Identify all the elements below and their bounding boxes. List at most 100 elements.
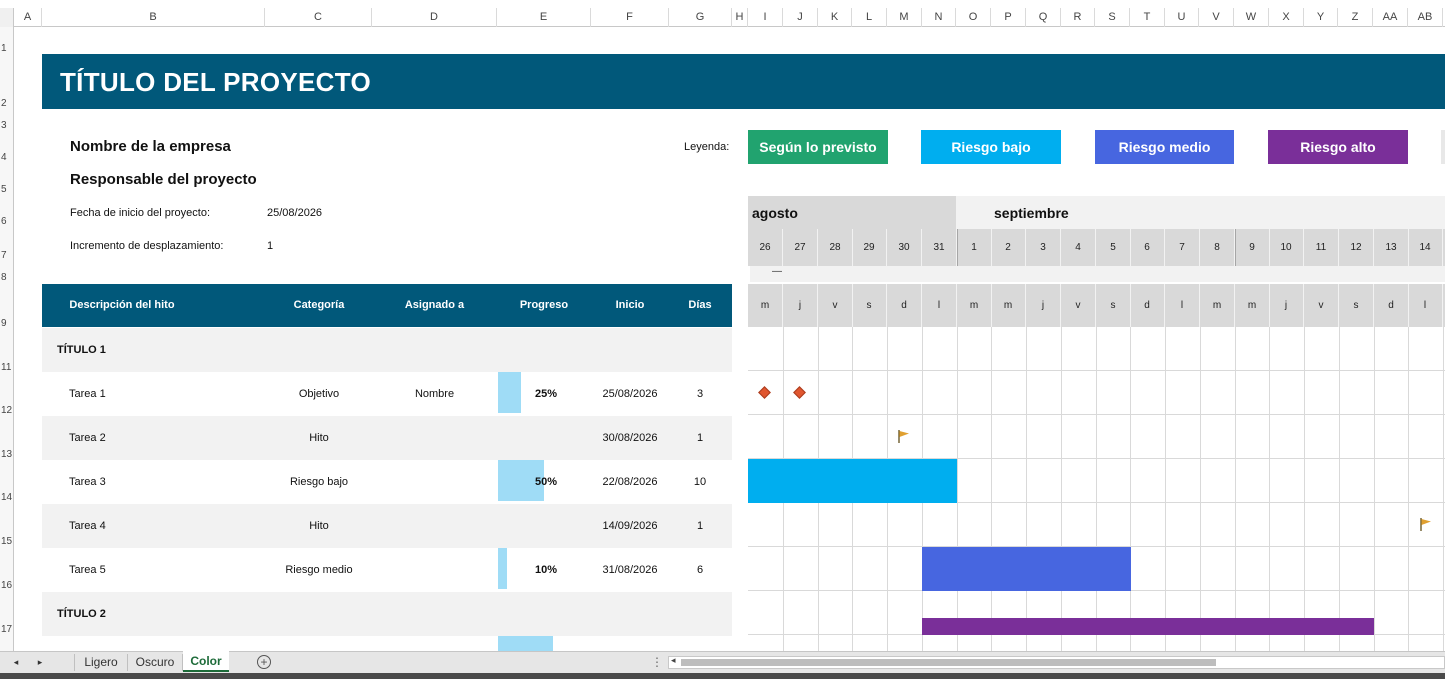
row-header[interactable]: 14 (0, 492, 14, 503)
gantt-day[interactable]: 29 (852, 229, 887, 266)
gantt-day[interactable]: 10 (1269, 229, 1304, 266)
task-description[interactable]: Tarea 2 (69, 416, 259, 460)
gantt-day[interactable]: 3 (1026, 229, 1061, 266)
gantt-weekday[interactable]: m (991, 284, 1026, 327)
column-header[interactable]: O (956, 8, 991, 27)
chevron-right-icon[interactable]: ▸ (34, 652, 46, 673)
task-start-date[interactable]: 31/08/2026 (592, 548, 668, 592)
legend-on-track[interactable]: Según lo previsto (748, 130, 888, 164)
scrollbar-thumb[interactable] (681, 659, 1216, 666)
task-days[interactable]: 3 (672, 372, 728, 416)
gantt-weekday[interactable]: l (1165, 284, 1200, 327)
increment-value[interactable]: 1 (267, 240, 273, 252)
column-header[interactable]: L (852, 8, 887, 27)
task-progress[interactable]: 10% (498, 548, 590, 592)
flag-icon[interactable] (1420, 518, 1432, 536)
column-header[interactable]: M (887, 8, 922, 27)
column-header[interactable]: V (1199, 8, 1234, 27)
gantt-weekday[interactable]: l (922, 284, 957, 327)
sheet-tab-oscuro[interactable]: Oscuro (129, 652, 181, 673)
column-header[interactable]: S (1095, 8, 1130, 27)
gantt-weekday[interactable]: d (887, 284, 922, 327)
diamond-icon[interactable] (793, 386, 806, 399)
plus-circle-icon[interactable]: + (257, 655, 271, 669)
gantt-day[interactable]: 8 (1200, 229, 1235, 266)
column-header[interactable]: W (1234, 8, 1269, 27)
column-header[interactable]: I (748, 8, 783, 27)
gantt-day[interactable]: 27 (783, 229, 818, 266)
column-header[interactable]: K (818, 8, 852, 27)
col-assigned-header[interactable]: Asignado a (372, 284, 497, 327)
task-progress[interactable]: 25% (498, 372, 590, 416)
task-days[interactable]: 1 (672, 416, 728, 460)
col-category-header[interactable]: Categoría (264, 284, 374, 327)
project-manager[interactable]: Responsable del proyecto (70, 171, 257, 188)
gantt-weekday[interactable]: d (1130, 284, 1165, 327)
select-all-corner[interactable] (0, 8, 14, 27)
gantt-day[interactable]: 7 (1165, 229, 1200, 266)
gantt-weekday[interactable]: m (1200, 284, 1235, 327)
gantt-weekday[interactable]: v (1061, 284, 1096, 327)
gantt-day[interactable]: 31 (922, 229, 957, 266)
row-header[interactable]: 11 (0, 362, 14, 373)
column-header[interactable]: A (14, 8, 42, 27)
legend-medium-risk[interactable]: Riesgo medio (1095, 130, 1234, 164)
column-header[interactable]: B (42, 8, 265, 27)
task-start-date[interactable]: 25/08/2026 (592, 372, 668, 416)
task-days[interactable]: 1 (672, 504, 728, 548)
gantt-day[interactable]: 6 (1130, 229, 1165, 266)
sheet-tab-ligero[interactable]: Ligero (76, 652, 126, 673)
chevron-left-icon[interactable]: ◂ (10, 652, 22, 673)
column-header[interactable]: H (732, 8, 748, 27)
column-header[interactable]: G (669, 8, 732, 27)
column-header[interactable]: Z (1338, 8, 1373, 27)
task-progress[interactable] (498, 416, 590, 460)
gantt-bar-low-risk[interactable] (748, 459, 957, 503)
col-start-header[interactable]: Inicio (592, 284, 668, 327)
row-header[interactable]: 9 (0, 318, 14, 329)
gantt-weekday[interactable]: s (852, 284, 887, 327)
legend-low-risk[interactable]: Riesgo bajo (921, 130, 1061, 164)
gantt-day[interactable]: 1 (957, 229, 992, 266)
column-header[interactable]: Q (1026, 8, 1061, 27)
task-progress[interactable]: 50% (498, 460, 590, 504)
gantt-weekday[interactable]: m (957, 284, 992, 327)
company-name[interactable]: Nombre de la empresa (70, 138, 231, 155)
row-header[interactable]: 16 (0, 580, 14, 591)
gantt-weekday[interactable]: s (1339, 284, 1374, 327)
gantt-day[interactable]: 28 (818, 229, 853, 266)
gantt-bar-medium-risk[interactable] (922, 547, 1131, 591)
row-header[interactable]: 17 (0, 624, 14, 635)
gantt-weekday[interactable]: s (1096, 284, 1131, 327)
column-header[interactable]: AB (1408, 8, 1443, 27)
column-header[interactable]: X (1269, 8, 1304, 27)
column-header[interactable]: Y (1304, 8, 1338, 27)
task-assignee[interactable] (372, 460, 497, 504)
gantt-day[interactable]: 26 (748, 229, 783, 266)
column-header[interactable]: C (265, 8, 372, 27)
gantt-weekday[interactable]: v (1304, 284, 1339, 327)
section-title[interactable]: TÍTULO 1 (57, 328, 257, 372)
row-header[interactable]: 1 (0, 43, 14, 54)
gantt-day[interactable]: 13 (1374, 229, 1409, 266)
column-header[interactable]: E (497, 8, 591, 27)
task-category[interactable]: Hito (264, 416, 374, 460)
gantt-weekday[interactable]: v (818, 284, 853, 327)
column-header[interactable]: N (922, 8, 956, 27)
project-title[interactable]: TÍTULO DEL PROYECTO (60, 67, 371, 98)
row-header[interactable]: 4 (0, 152, 14, 163)
task-days[interactable]: 6 (672, 548, 728, 592)
task-description[interactable]: Tarea 3 (69, 460, 259, 504)
gantt-day[interactable]: 5 (1096, 229, 1131, 266)
task-category[interactable]: Riesgo bajo (264, 460, 374, 504)
sheet-tab-color[interactable]: Color (183, 651, 229, 672)
column-header[interactable]: P (991, 8, 1026, 27)
gantt-day[interactable]: 30 (887, 229, 922, 266)
task-assignee[interactable] (372, 504, 497, 548)
task-days[interactable]: 10 (672, 460, 728, 504)
column-header[interactable]: F (591, 8, 669, 27)
task-progress[interactable] (498, 504, 590, 548)
col-progress-header[interactable]: Progreso (498, 284, 590, 327)
col-description-header[interactable]: Descripción del hito (42, 284, 202, 327)
task-start-date[interactable]: 30/08/2026 (592, 416, 668, 460)
